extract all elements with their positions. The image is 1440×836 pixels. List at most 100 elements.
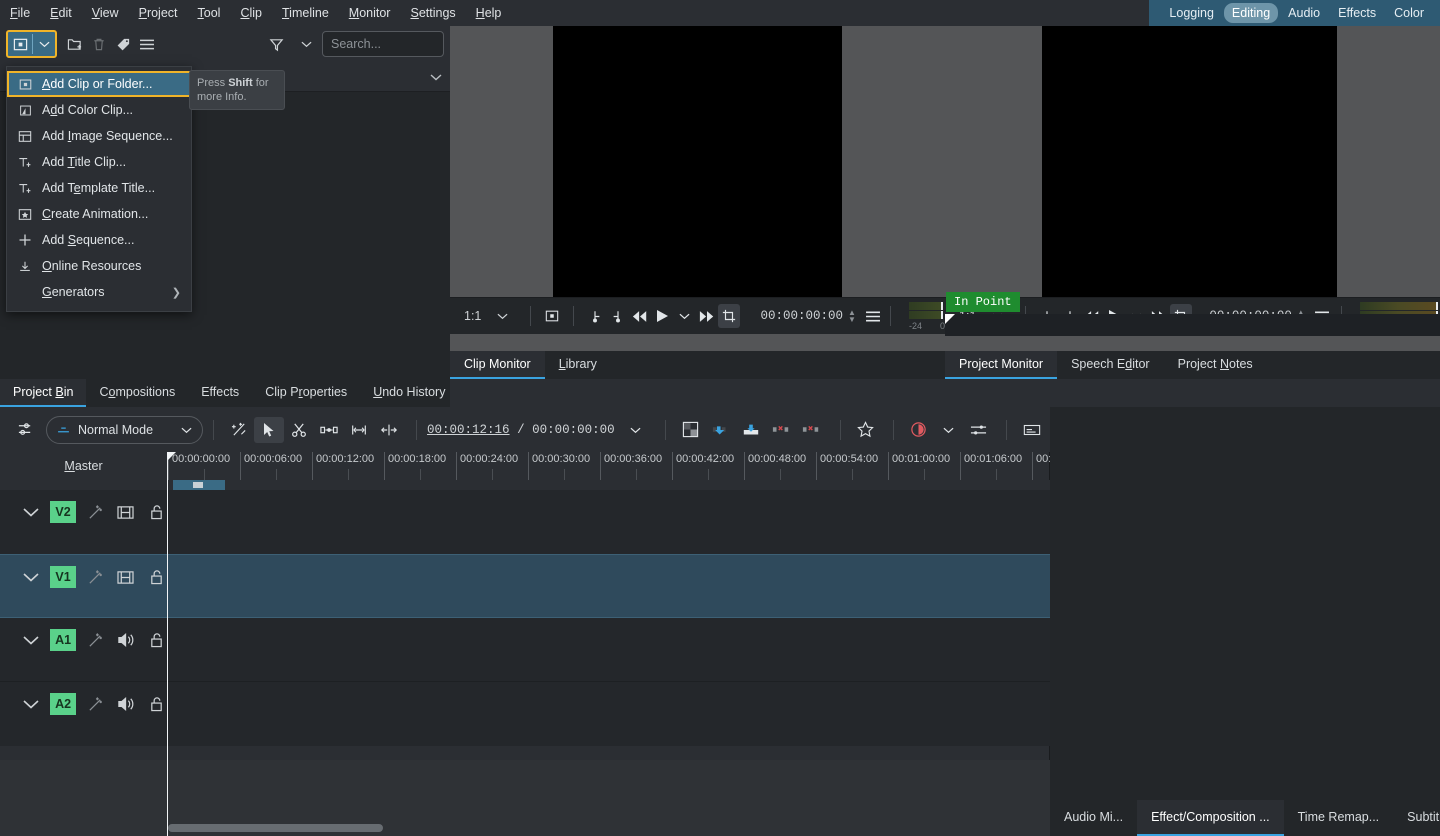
menu-project[interactable]: Project	[129, 0, 188, 26]
menu-item-add-color-clip[interactable]: Add Color Clip...	[7, 97, 191, 123]
tab-project-monitor[interactable]: Project Monitor	[945, 351, 1058, 379]
timeline-ruler[interactable]: 00:00:00:00 00:00:06:00 00:00:12:00 00:0…	[167, 452, 1050, 480]
tab-speech-editor[interactable]: Speech Editor	[1057, 351, 1164, 379]
trash-icon[interactable]	[87, 32, 111, 56]
edit-mode-icon[interactable]	[224, 417, 254, 443]
insert-zone-icon[interactable]	[706, 417, 736, 443]
extract-zone-icon[interactable]	[766, 417, 796, 443]
tab-project-notes[interactable]: Project Notes	[1164, 351, 1267, 379]
menu-clip[interactable]: Clip	[230, 0, 272, 26]
track-label[interactable]: A1	[50, 629, 76, 651]
project-monitor-scrub-strip[interactable]	[945, 314, 1440, 336]
tab-library[interactable]: Library	[545, 351, 611, 379]
menu-item-create-animation[interactable]: Create Animation...	[7, 201, 191, 227]
selection-tool-icon[interactable]	[254, 416, 285, 443]
subtitle-icon[interactable]	[1017, 417, 1047, 443]
tab-subtitles[interactable]: Subtitles	[1393, 800, 1440, 836]
menu-tool[interactable]: Tool	[188, 0, 231, 26]
set-out-point-icon[interactable]	[607, 304, 629, 328]
menu-item-add-clip-or-folder[interactable]: Add Clip or Folder...	[7, 71, 191, 97]
timeline-playhead[interactable]	[167, 452, 168, 836]
track-row-a1[interactable]: A1	[0, 618, 1050, 682]
track-lane-a2[interactable]	[167, 682, 1050, 746]
project-monitor-video[interactable]	[1042, 26, 1337, 317]
overwrite-zone-icon[interactable]	[736, 417, 766, 443]
menu-settings[interactable]: Settings	[400, 0, 465, 26]
tab-clip-monitor[interactable]: Clip Monitor	[450, 351, 545, 379]
chevron-down-icon[interactable]	[181, 426, 192, 434]
menu-view[interactable]: View	[82, 0, 129, 26]
add-clip-icon[interactable]	[8, 32, 32, 56]
record-chevron-down-icon[interactable]	[934, 417, 964, 443]
unlock-icon[interactable]	[146, 693, 167, 715]
sliders-icon[interactable]	[10, 417, 40, 443]
menu-item-add-sequence[interactable]: Add Sequence...	[7, 227, 191, 253]
razor-tool-icon[interactable]	[284, 417, 314, 443]
effect-wand-icon[interactable]	[85, 566, 106, 588]
roll-tool-icon[interactable]	[374, 417, 404, 443]
lift-zone-icon[interactable]	[796, 417, 826, 443]
track-label[interactable]: V2	[50, 501, 76, 523]
rewind-icon[interactable]	[629, 304, 651, 328]
bin-row-chevron-down-icon[interactable]	[430, 73, 442, 81]
unlock-icon[interactable]	[146, 566, 167, 588]
track-row-a2[interactable]: A2	[0, 682, 1050, 746]
chevron-down-icon[interactable]	[20, 693, 41, 715]
track-lane-v2[interactable]	[167, 490, 1050, 554]
chevron-down-icon[interactable]	[20, 629, 41, 651]
timeline-zone-bar[interactable]	[167, 480, 1050, 490]
menu-help[interactable]: Help	[466, 0, 512, 26]
mixer-icon[interactable]	[964, 417, 994, 443]
effect-wand-icon[interactable]	[85, 629, 106, 651]
timecode-chevron-down-icon[interactable]	[621, 417, 651, 443]
search-input[interactable]: Search...	[322, 31, 444, 57]
clip-monitor-menu-hamburger-icon[interactable]	[862, 304, 884, 328]
timeline-horizontal-scrollbar[interactable]	[168, 824, 383, 832]
unlock-icon[interactable]	[146, 629, 167, 651]
workspace-tab-editing[interactable]: Editing	[1223, 3, 1279, 23]
tab-project-bin[interactable]: Project Bin	[0, 379, 87, 407]
play-options-chevron-down-icon[interactable]	[673, 304, 695, 328]
track-lane-v1[interactable]	[167, 555, 1050, 617]
menu-monitor[interactable]: Monitor	[339, 0, 401, 26]
crop-zone-icon[interactable]	[717, 304, 740, 328]
clip-monitor-fullscreen-icon[interactable]	[541, 304, 563, 328]
speaker-icon[interactable]	[115, 693, 136, 715]
menu-item-add-template-title[interactable]: Add Template Title...	[7, 175, 191, 201]
star-icon[interactable]	[851, 417, 881, 443]
track-row-v1[interactable]: V1	[0, 554, 1050, 618]
chevron-down-icon[interactable]	[33, 32, 55, 56]
menu-item-generators[interactable]: Generators ❯	[7, 279, 191, 305]
new-folder-icon[interactable]	[63, 32, 87, 56]
spacer-tool-icon[interactable]	[314, 417, 344, 443]
hamburger-icon[interactable]	[135, 32, 159, 56]
effect-wand-icon[interactable]	[85, 501, 106, 523]
master-track-label[interactable]: Master	[0, 452, 167, 480]
menu-item-add-title-clip[interactable]: Add Title Clip...	[7, 149, 191, 175]
speaker-icon[interactable]	[115, 629, 136, 651]
clip-monitor-zoom-select[interactable]: 1:1	[464, 309, 520, 323]
workspace-tab-audio[interactable]: Audio	[1280, 3, 1328, 23]
tab-effect-composition[interactable]: Effect/Composition ...	[1137, 800, 1284, 836]
add-clip-split-button[interactable]	[6, 30, 57, 58]
timeline-mode-select[interactable]: Normal Mode	[46, 415, 204, 444]
track-label[interactable]: V1	[50, 566, 76, 588]
menu-edit[interactable]: Edit	[40, 0, 82, 26]
effect-wand-icon[interactable]	[85, 693, 106, 715]
tab-undo-history[interactable]: Undo History	[360, 379, 458, 407]
film-icon[interactable]	[115, 501, 136, 523]
workspace-tab-color[interactable]: Color	[1386, 3, 1432, 23]
filter-icon[interactable]	[264, 32, 288, 56]
play-icon[interactable]	[651, 304, 673, 328]
menu-item-online-resources[interactable]: Online Resources	[7, 253, 191, 279]
ripple-tool-icon[interactable]	[344, 417, 374, 443]
film-icon[interactable]	[115, 566, 136, 588]
chevron-down-icon[interactable]	[20, 501, 41, 523]
tab-compositions[interactable]: Compositions	[86, 379, 188, 407]
tab-audio-mixer[interactable]: Audio Mi...	[1050, 800, 1137, 836]
clip-monitor-timecode[interactable]: 00:00:00:00	[761, 309, 844, 323]
record-icon[interactable]	[904, 417, 934, 443]
tab-clip-properties[interactable]: Clip Properties	[252, 379, 360, 407]
fast-forward-icon[interactable]	[696, 304, 718, 328]
unlock-icon[interactable]	[146, 501, 167, 523]
